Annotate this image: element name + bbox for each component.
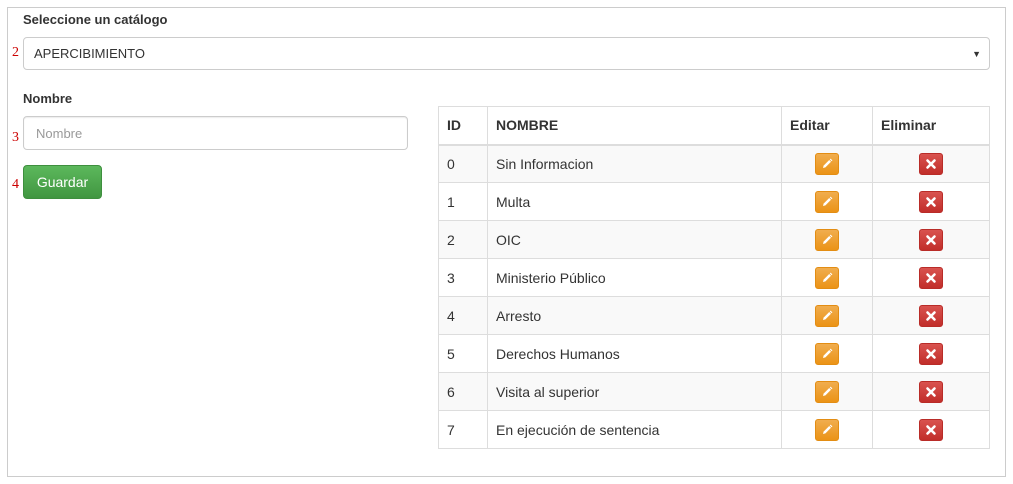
row-id: 1 (438, 182, 488, 221)
delete-cell (872, 372, 990, 411)
delete-button[interactable] (919, 342, 943, 365)
column-header-name: NOMBRE (487, 106, 782, 146)
delete-button[interactable] (919, 304, 943, 327)
row-name: OIC (487, 220, 782, 259)
row-name: Arresto (487, 296, 782, 335)
annotation-marker: 4 (12, 177, 19, 192)
row-name: Ministerio Público (487, 258, 782, 297)
catalog-table: ID NOMBRE Editar Eliminar 0 Sin Informaci… (438, 106, 990, 449)
delete-cell (872, 144, 990, 183)
delete-button[interactable] (919, 152, 943, 175)
row-id: 6 (438, 372, 488, 411)
annotation-marker: 2 (12, 45, 19, 60)
annotation-marker: 3 (12, 130, 19, 145)
edit-cell (781, 182, 873, 221)
table-row: 1 Multa (438, 182, 990, 221)
delete-cell (872, 410, 990, 449)
row-name: Multa (487, 182, 782, 221)
row-id: 2 (438, 220, 488, 259)
row-id: 4 (438, 296, 488, 335)
table-row: 0 Sin Informacion (438, 144, 990, 183)
chevron-down-icon: ▼ (972, 49, 981, 59)
delete-button[interactable] (919, 418, 943, 441)
column-header-edit: Editar (781, 106, 873, 146)
name-label: Nombre (23, 91, 73, 106)
row-name: En ejecución de sentencia (487, 410, 782, 449)
row-name: Derechos Humanos (487, 334, 782, 373)
row-id: 0 (438, 144, 488, 183)
edit-button[interactable] (815, 190, 839, 213)
delete-cell (872, 182, 990, 221)
delete-button[interactable] (919, 190, 943, 213)
delete-cell (872, 296, 990, 335)
edit-button[interactable] (815, 304, 839, 327)
edit-button[interactable] (815, 228, 839, 251)
table-header-row: ID NOMBRE Editar Eliminar (438, 106, 990, 146)
row-name: Sin Informacion (487, 144, 782, 183)
edit-button[interactable] (815, 266, 839, 289)
table-row: 4 Arresto (438, 296, 990, 335)
save-button[interactable]: Guardar (23, 165, 102, 199)
edit-button[interactable] (815, 342, 839, 365)
table-row: 3 Ministerio Público (438, 258, 990, 297)
column-header-delete: Eliminar (872, 106, 990, 146)
edit-cell (781, 220, 873, 259)
edit-button[interactable] (815, 152, 839, 175)
row-id: 7 (438, 410, 488, 449)
delete-cell (872, 258, 990, 297)
table-row: 2 OIC (438, 220, 990, 259)
delete-button[interactable] (919, 380, 943, 403)
column-header-id: ID (438, 106, 488, 146)
edit-cell (781, 258, 873, 297)
table-row: 6 Visita al superior (438, 372, 990, 411)
delete-button[interactable] (919, 228, 943, 251)
edit-cell (781, 410, 873, 449)
delete-cell (872, 334, 990, 373)
row-id: 5 (438, 334, 488, 373)
edit-cell (781, 296, 873, 335)
name-input[interactable] (23, 116, 408, 150)
catalog-selected-value: APERCIBIMIENTO (34, 46, 146, 61)
table-row: 5 Derechos Humanos (438, 334, 990, 373)
edit-cell (781, 144, 873, 183)
delete-cell (872, 220, 990, 259)
catalog-label: Seleccione un catálogo (23, 12, 168, 27)
edit-button[interactable] (815, 418, 839, 441)
delete-button[interactable] (919, 266, 943, 289)
table-row: 7 En ejecución de sentencia (438, 410, 990, 449)
catalog-select[interactable]: APERCIBIMIENTO ▼ (23, 37, 990, 70)
row-name: Visita al superior (487, 372, 782, 411)
edit-cell (781, 334, 873, 373)
edit-button[interactable] (815, 380, 839, 403)
row-id: 3 (438, 258, 488, 297)
edit-cell (781, 372, 873, 411)
